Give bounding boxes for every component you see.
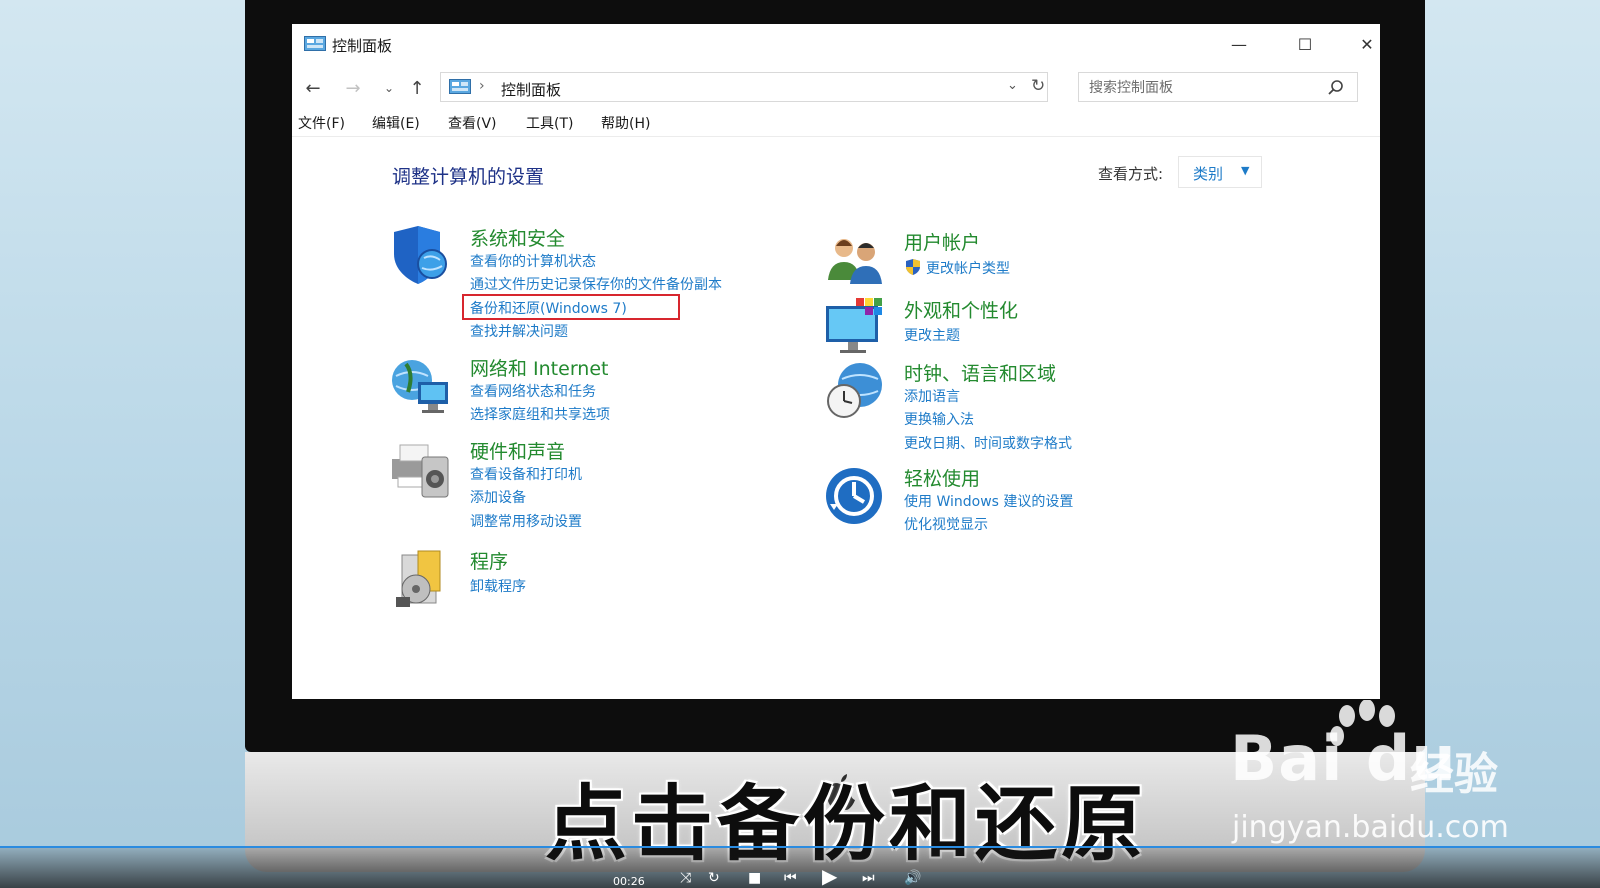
forward-arrow-icon[interactable]: →: [342, 78, 364, 99]
maximize-button[interactable]: ☐: [1282, 28, 1328, 62]
previous-icon[interactable]: ⏮: [784, 870, 797, 886]
link-homegroup[interactable]: 选择家庭组和共享选项: [470, 404, 610, 424]
watermark-url: jingyan.baidu.com: [1232, 810, 1509, 845]
chevron-down-icon[interactable]: ⌄: [1007, 78, 1018, 93]
search-icon[interactable]: [1327, 79, 1345, 97]
category-title[interactable]: 系统和安全: [470, 224, 565, 251]
page-title: 调整计算机的设置: [392, 166, 545, 188]
control-panel-icon: [304, 36, 326, 51]
category-title[interactable]: 轻松使用: [904, 464, 980, 491]
category-title[interactable]: 用户帐户: [904, 228, 980, 255]
category-title[interactable]: 时钟、语言和区域: [904, 359, 1056, 386]
link-change-theme[interactable]: 更改主题: [904, 325, 960, 345]
category-title[interactable]: 程序: [470, 547, 508, 574]
next-icon[interactable]: ⏭: [862, 870, 875, 886]
users-icon[interactable]: [822, 228, 888, 294]
menu-bar: 文件(F) 编辑(E) 查看(V) 工具(T) 帮助(H): [292, 110, 1380, 137]
breadcrumb[interactable]: 控制面板: [501, 79, 561, 100]
close-button[interactable]: ✕: [1344, 28, 1380, 62]
ease-of-access-icon[interactable]: [822, 464, 888, 530]
navigation-bar: ← → ⌄ ↑ › 控制面板 ⌄ ↻: [292, 70, 1380, 108]
printer-speaker-icon[interactable]: [388, 437, 454, 503]
menu-help[interactable]: 帮助(H): [601, 113, 650, 133]
link-network-status[interactable]: 查看网络状态和任务: [470, 381, 596, 401]
link-add-language[interactable]: 添加语言: [904, 386, 960, 406]
programs-box-icon[interactable]: [388, 547, 454, 613]
view-by-dropdown[interactable]: 类别 ▼: [1178, 156, 1262, 188]
link-uninstall-program[interactable]: 卸载程序: [470, 576, 526, 596]
breadcrumb-separator-icon[interactable]: ›: [479, 78, 485, 94]
control-panel-icon: [449, 79, 471, 94]
search-box[interactable]: [1078, 72, 1358, 102]
link-file-history[interactable]: 通过文件历史记录保存你的文件备份副本: [470, 274, 722, 294]
link-troubleshoot[interactable]: 查找并解决问题: [470, 321, 568, 341]
title-bar: 控制面板 — ☐ ✕: [292, 24, 1380, 66]
network-globe-icon[interactable]: [388, 354, 454, 420]
menu-edit[interactable]: 编辑(E): [372, 113, 420, 133]
caret-down-icon[interactable]: ▼: [1241, 164, 1249, 177]
link-optimize-display[interactable]: 优化视觉显示: [904, 514, 988, 534]
loop-icon[interactable]: ↻: [708, 870, 720, 886]
window-title: 控制面板: [332, 37, 393, 55]
jingyan-watermark: 经验: [1410, 749, 1498, 800]
menu-tools[interactable]: 工具(T): [526, 113, 573, 133]
view-by-value[interactable]: 类别: [1193, 163, 1223, 184]
link-change-account-type[interactable]: 更改帐户类型: [926, 258, 1010, 278]
shield-icon[interactable]: [388, 224, 454, 290]
link-devices-printers[interactable]: 查看设备和打印机: [470, 464, 582, 484]
video-player-bar: [0, 846, 1600, 888]
link-change-input-method[interactable]: 更换输入法: [904, 409, 974, 429]
control-panel-window: 控制面板 — ☐ ✕ ← → ⌄ ↑ › 控制面板 ⌄ ↻ 搜索控制面板 文件(…: [292, 24, 1380, 699]
menu-view[interactable]: 查看(V): [448, 113, 497, 133]
view-by-label: 查看方式:: [1098, 165, 1164, 183]
address-bar[interactable]: › 控制面板 ⌄ ↻: [440, 72, 1048, 102]
shuffle-icon[interactable]: ⤨: [680, 870, 691, 886]
menu-file[interactable]: 文件(F): [298, 113, 345, 133]
clock-globe-icon[interactable]: [822, 359, 888, 425]
link-view-computer-status[interactable]: 查看你的计算机状态: [470, 251, 596, 271]
up-arrow-icon[interactable]: ↑: [406, 78, 428, 99]
volume-icon[interactable]: 🔊: [904, 870, 921, 886]
highlight-box: [462, 294, 680, 320]
search-input[interactable]: [1087, 77, 1321, 99]
stop-icon[interactable]: ■: [748, 870, 761, 886]
refresh-icon[interactable]: ↻: [1031, 76, 1045, 96]
play-icon[interactable]: ▶: [822, 864, 837, 888]
link-recommended-settings[interactable]: 使用 Windows 建议的设置: [904, 491, 1073, 511]
minimize-button[interactable]: —: [1216, 28, 1262, 62]
link-add-device[interactable]: 添加设备: [470, 487, 526, 507]
category-title[interactable]: 网络和 Internet: [470, 354, 608, 381]
category-title[interactable]: 硬件和声音: [470, 437, 565, 464]
video-progress-bar[interactable]: [0, 846, 1600, 848]
back-arrow-icon[interactable]: ←: [302, 78, 324, 99]
uac-shield-icon: [906, 259, 920, 275]
link-mobility-settings[interactable]: 调整常用移动设置: [470, 511, 582, 531]
appearance-monitor-icon[interactable]: [822, 296, 888, 362]
link-date-time-format[interactable]: 更改日期、时间或数字格式: [904, 433, 1072, 453]
category-title[interactable]: 外观和个性化: [904, 296, 1018, 323]
player-time: 00:26: [613, 875, 645, 888]
recent-locations-icon[interactable]: ⌄: [378, 81, 400, 95]
